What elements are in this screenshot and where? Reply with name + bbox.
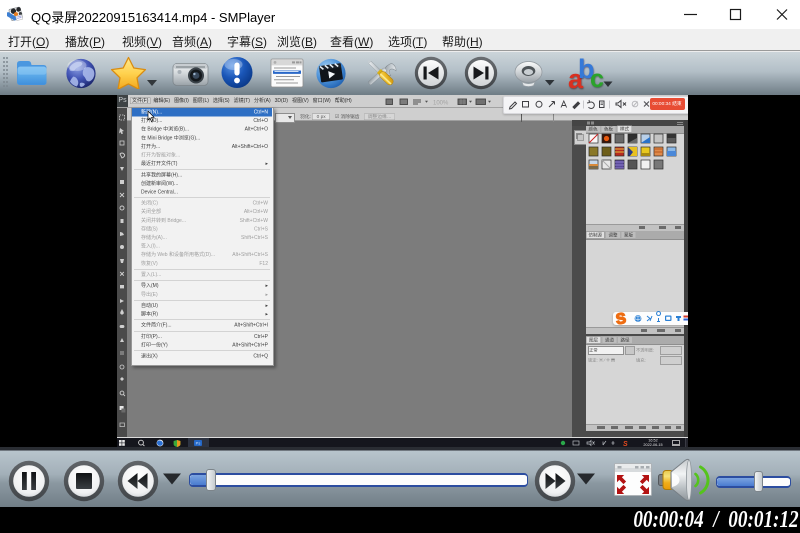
svg-text:S: S (615, 311, 627, 326)
svg-text:中: 中 (635, 315, 641, 323)
svg-text:100%: 100% (433, 101, 449, 107)
